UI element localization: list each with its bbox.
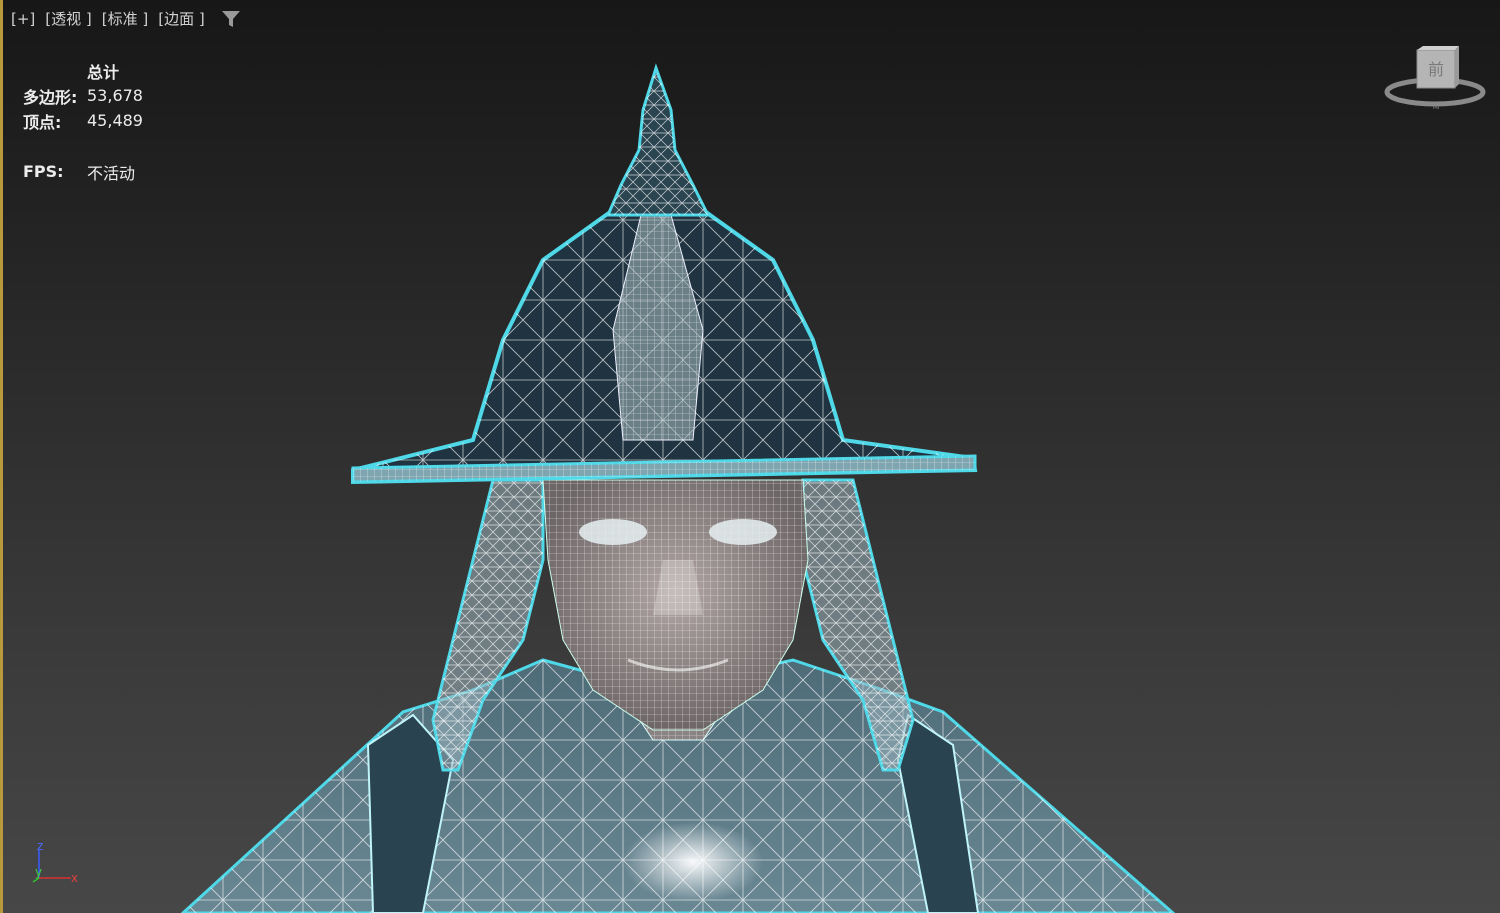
viewport-point-of-view-menu[interactable]: [透视 ] <box>45 8 91 29</box>
axis-x-label: x <box>71 871 78 885</box>
helmet-mesh <box>351 63 978 485</box>
3d-viewport[interactable]: [+] [透视 ] [标准 ] [边面 ] 总计 多边形: 53,678 顶点:… <box>0 0 1500 913</box>
axis-y-label: y <box>35 865 42 879</box>
viewport-menu-labels: [+] [透视 ] [标准 ] [边面 ] <box>11 8 241 29</box>
vertices-label: 顶点: <box>23 112 62 132</box>
fps-value: 不活动 <box>87 163 136 183</box>
stats-polygons-row: 多边形: 53,678 <box>23 83 143 108</box>
axis-tripod: z y x <box>32 839 78 885</box>
viewcube-compass-label: 南 <box>1433 101 1440 110</box>
vertices-value: 45,489 <box>87 111 143 130</box>
stats-fps-row: FPS: 不活动 <box>23 159 143 184</box>
viewport-shading-menu[interactable]: [标准 ] <box>102 8 148 29</box>
axis-z-label: z <box>37 839 43 853</box>
scene-statistics: 总计 多边形: 53,678 顶点: 45,489 FPS: 不活动 <box>23 58 143 184</box>
viewcube[interactable]: 前 南 <box>1383 44 1487 112</box>
polygons-value: 53,678 <box>87 86 143 105</box>
stats-vertices-row: 顶点: 45,489 <box>23 108 143 133</box>
fps-label: FPS: <box>23 162 64 181</box>
viewcube-face-label: 前 <box>1428 60 1444 79</box>
viewport-display-mode-menu[interactable]: [边面 ] <box>158 8 204 29</box>
stats-header: 总计 <box>87 62 120 82</box>
polygons-label: 多边形: <box>23 87 78 107</box>
wireframe-model-soldier[interactable] <box>3 0 1500 913</box>
viewport-general-menu[interactable]: [+] <box>11 10 35 28</box>
filter-funnel-icon[interactable] <box>221 10 241 28</box>
